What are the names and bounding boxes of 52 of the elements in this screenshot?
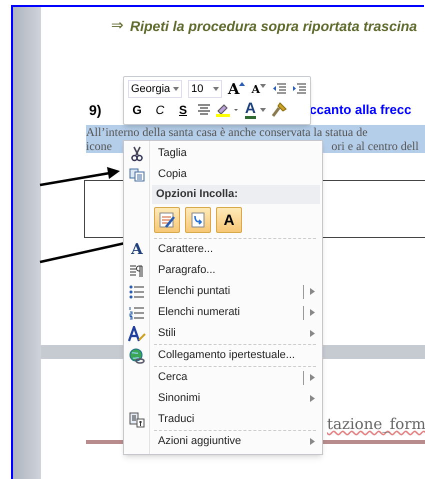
body-text: ori e al centro dell (331, 138, 420, 152)
caret-icon (260, 84, 266, 88)
menu-item[interactable]: Traduci (124, 409, 322, 430)
instruction-text: Ripeti la procedura sopra riportata trascina (130, 16, 418, 36)
paste-option-button[interactable]: A (216, 207, 242, 233)
keep-formatting-icon (158, 211, 176, 229)
globe-link-icon (129, 348, 145, 364)
menu-item[interactable]: Elenchi puntati (124, 281, 322, 302)
merge-formatting-icon (190, 211, 206, 229)
body-text: All’interno della santa casa è anche conservata la statua de (86, 124, 369, 138)
menu-item[interactable]: Sinonimi (124, 388, 322, 409)
menu-item[interactable]: Azioni aggiuntive (124, 431, 322, 452)
decrease-indent-icon[interactable] (272, 83, 286, 95)
font-icon: A (131, 242, 143, 257)
body-text: icone (86, 138, 112, 152)
menu-item[interactable]: A Carattere... (124, 239, 322, 260)
menu-item[interactable]: Paragrafo... (124, 260, 322, 281)
caret-icon (212, 87, 219, 91)
step-heading: ccanto alla frecc (309, 101, 412, 120)
paste-option-button[interactable] (154, 207, 180, 233)
menu-item[interactable]: Elenchi numerati (124, 302, 322, 323)
bold-button[interactable]: G (128, 101, 146, 119)
align-center-icon[interactable] (197, 104, 211, 116)
caret-icon (239, 82, 246, 86)
grow-font-button[interactable]: A (228, 82, 246, 96)
arrow-symbol: ⇒ (111, 16, 124, 36)
bullet-list-icon (129, 284, 145, 298)
copy-icon (129, 168, 145, 182)
underline-button[interactable]: S (174, 101, 192, 119)
paragraph-icon (129, 264, 145, 278)
scissors-icon (130, 146, 144, 162)
font-dropdown[interactable]: Georgia (128, 80, 182, 98)
translate-icon (129, 412, 145, 428)
shrink-font-button[interactable]: A (251, 84, 266, 94)
caret-icon (173, 87, 180, 91)
highlighter-icon[interactable] (216, 103, 240, 117)
menu-item[interactable]: Stili (124, 323, 322, 344)
menu-item[interactable]: Cerca (124, 367, 322, 388)
menu-item[interactable]: Taglia (124, 143, 322, 164)
size-dropdown[interactable]: 10 (188, 80, 222, 98)
numbered-list-icon (129, 306, 145, 320)
menu-item[interactable]: Copia (124, 164, 322, 185)
font-color-button[interactable]: A (245, 102, 266, 118)
step-number: 9) (89, 100, 102, 120)
page-text: tazione_form (327, 414, 425, 435)
styles-icon (128, 326, 146, 342)
increase-indent-icon[interactable] (292, 83, 306, 95)
caret-icon (260, 108, 266, 112)
paste-options-header: Opzioni Incolla: (152, 185, 320, 204)
paste-option-button[interactable] (185, 207, 211, 233)
italic-button[interactable]: C (151, 101, 169, 119)
menu-item[interactable]: Collegamento ipertestuale... (124, 345, 322, 366)
